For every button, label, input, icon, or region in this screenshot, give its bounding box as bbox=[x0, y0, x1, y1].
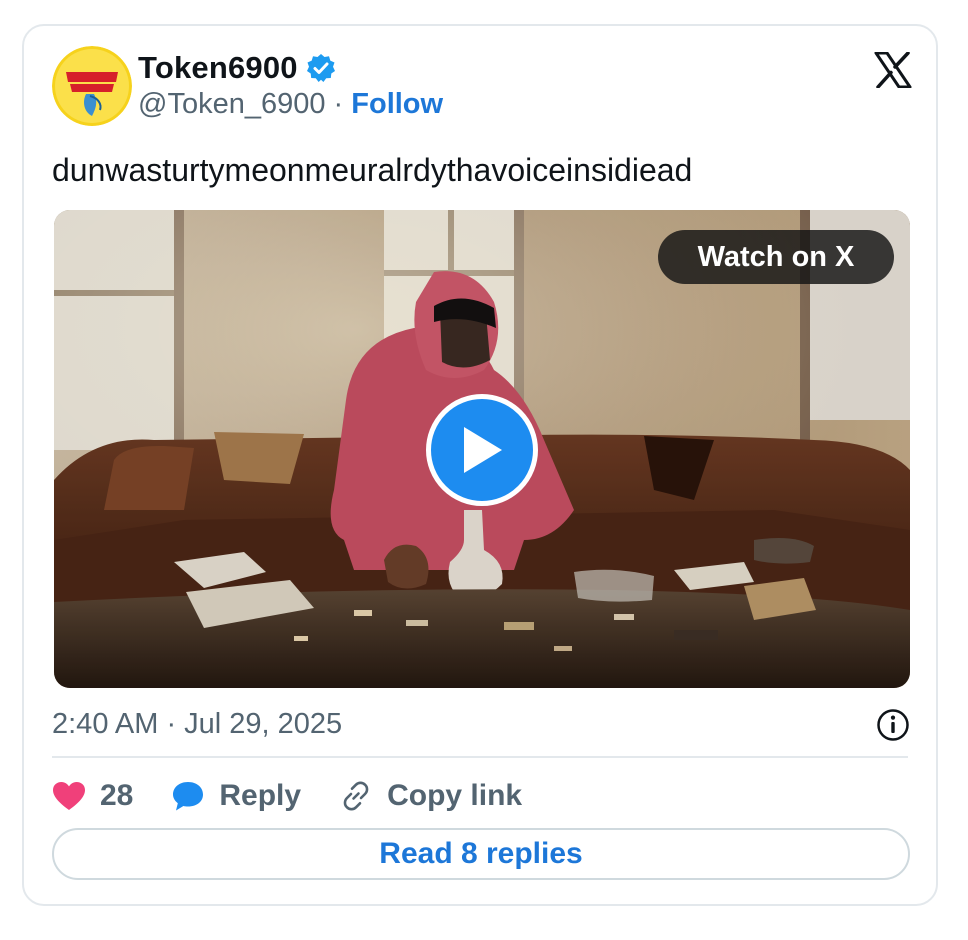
tweet-card: Token6900 @Token_6900 · Follow dunwastur… bbox=[22, 24, 938, 906]
play-icon bbox=[464, 427, 502, 473]
read-replies-button[interactable]: Read 8 replies bbox=[52, 828, 910, 880]
token-logo-icon bbox=[52, 46, 132, 126]
action-bar: 28 Reply Copy link bbox=[52, 776, 560, 816]
x-logo-icon[interactable] bbox=[874, 51, 912, 93]
reply-bubble-icon bbox=[173, 782, 204, 811]
like-button[interactable]: 28 bbox=[52, 779, 133, 813]
reply-label: Reply bbox=[219, 779, 302, 812]
copy-link-button[interactable]: Copy link bbox=[339, 779, 522, 813]
divider bbox=[52, 756, 908, 758]
reply-button[interactable]: Reply bbox=[171, 779, 301, 813]
play-button[interactable] bbox=[426, 394, 538, 506]
handle-separator: · bbox=[333, 88, 344, 120]
like-count: 28 bbox=[100, 779, 134, 812]
copy-link-label: Copy link bbox=[387, 779, 523, 812]
verified-badge-icon bbox=[306, 54, 335, 82]
tweet-timestamp[interactable]: 2:40 AM · Jul 29, 2025 bbox=[52, 708, 342, 741]
author-handle[interactable]: @Token_6900 bbox=[138, 88, 325, 120]
watch-on-x-button[interactable]: Watch on X bbox=[658, 230, 894, 284]
tweet-text: dunwasturtymeonmeuralrdythavoiceinsidiea… bbox=[52, 152, 693, 188]
video-player[interactable]: Watch on X bbox=[54, 210, 910, 688]
follow-button[interactable]: Follow bbox=[351, 88, 443, 120]
link-icon bbox=[343, 781, 369, 811]
info-icon[interactable] bbox=[876, 708, 910, 747]
heart-icon bbox=[53, 782, 85, 810]
display-name[interactable]: Token6900 bbox=[138, 50, 298, 86]
avatar[interactable] bbox=[52, 46, 132, 126]
